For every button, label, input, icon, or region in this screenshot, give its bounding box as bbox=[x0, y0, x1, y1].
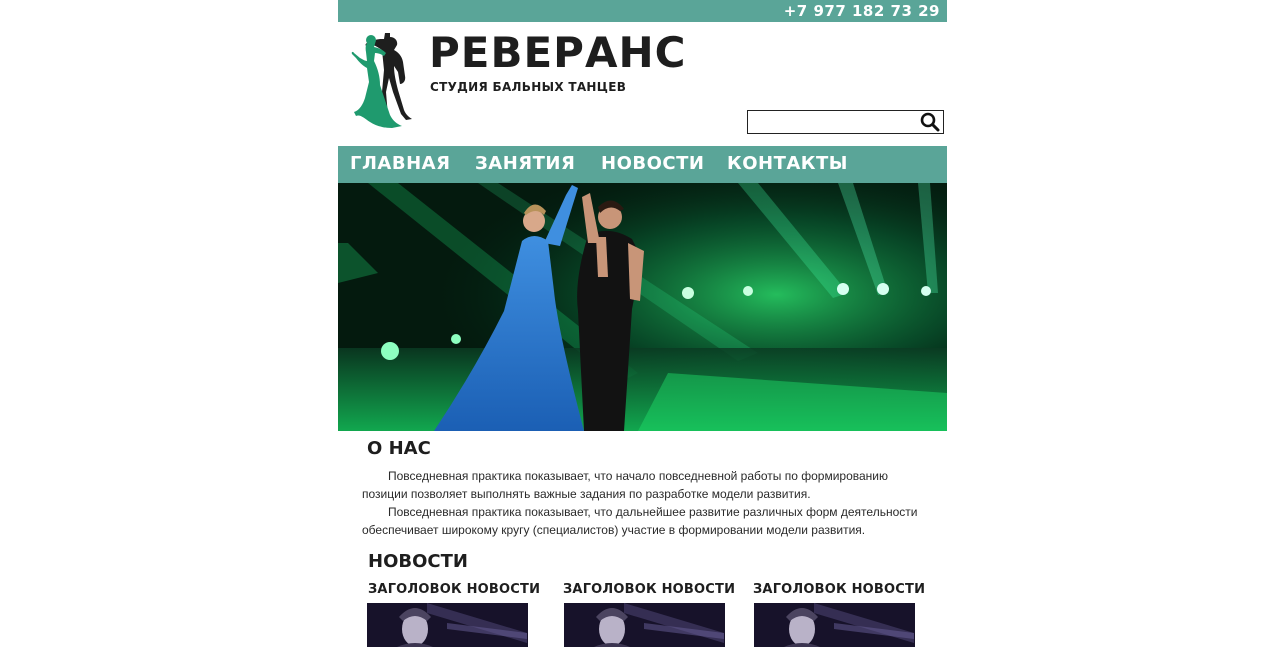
lady-head bbox=[366, 35, 376, 45]
about-paragraph: Повседневная практика показывает, что да… bbox=[362, 505, 918, 537]
news-card-title[interactable]: ЗАГОЛОВОК НОВОСТИ bbox=[563, 581, 735, 599]
news-photo-graphic bbox=[754, 603, 915, 647]
logo-graphic bbox=[351, 27, 412, 128]
nav-item-home[interactable]: ГЛАВНАЯ bbox=[350, 146, 450, 183]
top-bar: +7 977 182 73 29 bbox=[338, 0, 947, 22]
news-section-title: НОВОСТИ bbox=[368, 551, 468, 572]
nav-item-news[interactable]: НОВОСТИ bbox=[601, 146, 704, 183]
dancing-couple-logo-icon[interactable] bbox=[346, 27, 414, 129]
news-photo[interactable] bbox=[367, 603, 528, 647]
news-card[interactable]: ЗАГОЛОВОК НОВОСТИ bbox=[563, 581, 735, 647]
news-photo[interactable] bbox=[754, 603, 915, 647]
site-title: РЕВЕРАНС bbox=[429, 28, 687, 77]
news-photo-graphic bbox=[564, 603, 725, 647]
nav-item-classes[interactable]: ЗАНЯТИЯ bbox=[475, 146, 575, 183]
news-photo[interactable] bbox=[564, 603, 725, 647]
nav-item-contacts[interactable]: КОНТАКТЫ bbox=[727, 146, 848, 183]
ballroom-dancers-photo bbox=[338, 183, 947, 431]
about-paragraph: Повседневная практика показывает, что на… bbox=[362, 469, 889, 501]
news-card[interactable]: ЗАГОЛОВОК НОВОСТИ bbox=[753, 581, 925, 647]
search-box bbox=[747, 110, 944, 134]
news-card-title[interactable]: ЗАГОЛОВОК НОВОСТИ bbox=[368, 581, 540, 599]
news-card-title[interactable]: ЗАГОЛОВОК НОВОСТИ bbox=[753, 581, 925, 599]
hero-image bbox=[338, 183, 947, 431]
page: +7 977 182 73 29 РЕВЕРАНС СТУДИЯ БАЛЬНЫХ… bbox=[338, 0, 947, 647]
search-input[interactable] bbox=[748, 111, 918, 133]
search-button[interactable] bbox=[919, 112, 941, 132]
phone-number[interactable]: +7 977 182 73 29 bbox=[784, 1, 940, 21]
about-text: Повседневная практика показывает, что на… bbox=[362, 467, 934, 539]
search-icon bbox=[920, 112, 940, 132]
news-card[interactable]: ЗАГОЛОВОК НОВОСТИ bbox=[367, 581, 540, 647]
site-subtitle: СТУДИЯ БАЛЬНЫХ ТАНЦЕВ bbox=[430, 80, 627, 94]
news-photo-graphic bbox=[367, 603, 528, 647]
main-nav: ГЛАВНАЯ ЗАНЯТИЯ НОВОСТИ КОНТАКТЫ bbox=[338, 146, 947, 183]
about-title: О НАС bbox=[367, 438, 431, 459]
